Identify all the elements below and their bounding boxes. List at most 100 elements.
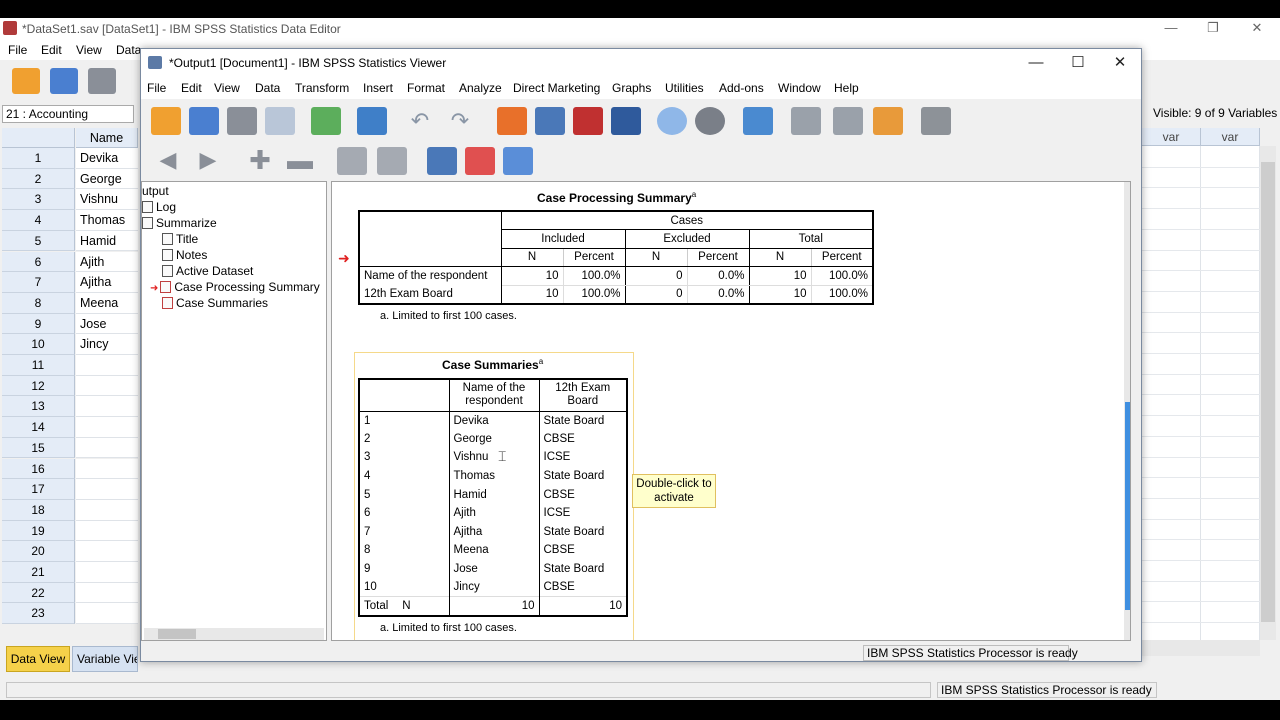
- scroll-thumb[interactable]: [1125, 402, 1130, 610]
- table-row[interactable]: 7 Ajitha: [2, 272, 138, 293]
- minimize-icon[interactable]: —: [1015, 51, 1057, 75]
- outline-item-case-processing-summary[interactable]: ➜ Case Processing Summary: [150, 280, 320, 294]
- goto-case-icon[interactable]: [535, 107, 565, 135]
- name-cell[interactable]: [76, 375, 138, 397]
- table-row[interactable]: 17: [2, 479, 138, 500]
- menu-file[interactable]: File: [147, 81, 166, 95]
- name-cell[interactable]: Thomas: [76, 210, 138, 231]
- name-cell[interactable]: [76, 582, 138, 604]
- restore-icon[interactable]: ❐: [1190, 18, 1236, 40]
- menu-data[interactable]: Data: [255, 81, 280, 95]
- menu-addons[interactable]: Add-ons: [719, 81, 764, 95]
- scroll-thumb[interactable]: [158, 629, 196, 639]
- editor-menu-file[interactable]: File: [8, 43, 27, 57]
- print-preview-icon[interactable]: [265, 107, 295, 135]
- menu-direct-marketing[interactable]: Direct Marketing: [513, 81, 600, 95]
- close-icon[interactable]: ✕: [1099, 51, 1141, 75]
- table-row[interactable]: 12: [2, 375, 138, 397]
- menu-analyze[interactable]: Analyze: [459, 81, 502, 95]
- name-cell[interactable]: [76, 562, 138, 583]
- name-cell[interactable]: [76, 520, 138, 542]
- table-row[interactable]: 1 Devika: [2, 148, 138, 169]
- insert-text-icon[interactable]: [503, 147, 533, 175]
- var-column[interactable]: [1201, 146, 1260, 640]
- name-cell[interactable]: [76, 417, 138, 438]
- goto-data-icon[interactable]: [497, 107, 527, 135]
- close-icon[interactable]: ✕: [1234, 18, 1280, 40]
- row-number[interactable]: 18: [2, 499, 75, 521]
- menu-view[interactable]: View: [214, 81, 240, 95]
- column-header-name[interactable]: Name: [76, 128, 138, 148]
- editor-menu-data[interactable]: Data: [116, 43, 141, 57]
- name-cell[interactable]: Jose: [76, 313, 138, 335]
- menu-transform[interactable]: Transform: [295, 81, 349, 95]
- name-cell[interactable]: [76, 437, 138, 459]
- case-summaries-table[interactable]: Name of the respondent 12th Exam Board 1…: [358, 378, 628, 617]
- row-number[interactable]: 17: [2, 479, 75, 500]
- menu-window[interactable]: Window: [778, 81, 821, 95]
- row-number[interactable]: 6: [2, 251, 75, 273]
- name-cell[interactable]: [76, 396, 138, 418]
- name-cell[interactable]: Ajitha: [76, 272, 138, 293]
- table-row[interactable]: 21: [2, 562, 138, 583]
- table-row[interactable]: 13: [2, 396, 138, 418]
- menu-help[interactable]: Help: [834, 81, 859, 95]
- table-row[interactable]: 15: [2, 437, 138, 459]
- table-row[interactable]: 22: [2, 582, 138, 604]
- menu-graphs[interactable]: Graphs: [612, 81, 651, 95]
- row-number[interactable]: 7: [2, 272, 75, 293]
- table-row[interactable]: 9 Jose: [2, 313, 138, 335]
- var-column-header[interactable]: var: [1201, 128, 1260, 146]
- table-row[interactable]: 5 Hamid: [2, 230, 138, 252]
- menu-utilities[interactable]: Utilities: [665, 81, 704, 95]
- table-row[interactable]: 11: [2, 355, 138, 376]
- row-number[interactable]: 21: [2, 562, 75, 583]
- row-number[interactable]: 16: [2, 458, 75, 480]
- row-number[interactable]: 10: [2, 334, 75, 355]
- table-row[interactable]: 6 Ajith: [2, 251, 138, 273]
- name-cell[interactable]: Meena: [76, 292, 138, 314]
- outline-item-active-dataset[interactable]: Active Dataset: [162, 264, 253, 278]
- editor-vertical-scrollbar[interactable]: [1260, 146, 1276, 640]
- table-row[interactable]: 20: [2, 541, 138, 562]
- row-number[interactable]: 23: [2, 603, 75, 625]
- menu-edit[interactable]: Edit: [181, 81, 202, 95]
- table-row[interactable]: 4 Thomas: [2, 210, 138, 231]
- table-row[interactable]: 23: [2, 603, 138, 625]
- hide-icon[interactable]: [377, 147, 407, 175]
- case-processing-summary-table[interactable]: Cases Included Excluded Total N Percent …: [358, 210, 874, 305]
- outline-item-title[interactable]: Title: [162, 232, 198, 246]
- demote-icon[interactable]: [833, 107, 863, 135]
- row-number[interactable]: 11: [2, 355, 75, 376]
- insert-title-icon[interactable]: [465, 147, 495, 175]
- editor-menu-edit[interactable]: Edit: [41, 43, 62, 57]
- open-folder-icon[interactable]: [151, 107, 181, 135]
- table-row[interactable]: 16: [2, 458, 138, 480]
- row-number[interactable]: 20: [2, 541, 75, 562]
- outline-log[interactable]: Log: [142, 200, 176, 214]
- promote-icon[interactable]: [791, 107, 821, 135]
- name-cell[interactable]: Hamid: [76, 230, 138, 252]
- var-column-header[interactable]: var: [1142, 128, 1201, 146]
- row-number[interactable]: 22: [2, 582, 75, 604]
- outline-root[interactable]: utput: [142, 184, 169, 198]
- name-cell[interactable]: [76, 603, 138, 625]
- minimize-icon[interactable]: —: [1148, 18, 1194, 40]
- insert-output-icon[interactable]: [873, 107, 903, 135]
- table-row[interactable]: 2 George: [2, 168, 138, 190]
- name-cell[interactable]: Vishnu: [76, 189, 138, 211]
- row-number[interactable]: 1: [2, 148, 75, 169]
- row-number[interactable]: 15: [2, 437, 75, 459]
- row-number[interactable]: 19: [2, 520, 75, 542]
- name-cell[interactable]: [76, 458, 138, 480]
- tab-variable-view[interactable]: Variable View: [72, 646, 138, 672]
- use-variable-sets-icon[interactable]: [657, 107, 687, 135]
- print-icon[interactable]: [227, 107, 257, 135]
- select-output-icon[interactable]: [921, 107, 951, 135]
- var-column[interactable]: [1142, 146, 1201, 640]
- recall-dialog-icon[interactable]: [357, 107, 387, 135]
- row-number[interactable]: 13: [2, 396, 75, 418]
- save-icon[interactable]: [50, 68, 78, 94]
- row-number[interactable]: 9: [2, 313, 75, 335]
- collapse-icon[interactable]: ▬: [285, 147, 315, 175]
